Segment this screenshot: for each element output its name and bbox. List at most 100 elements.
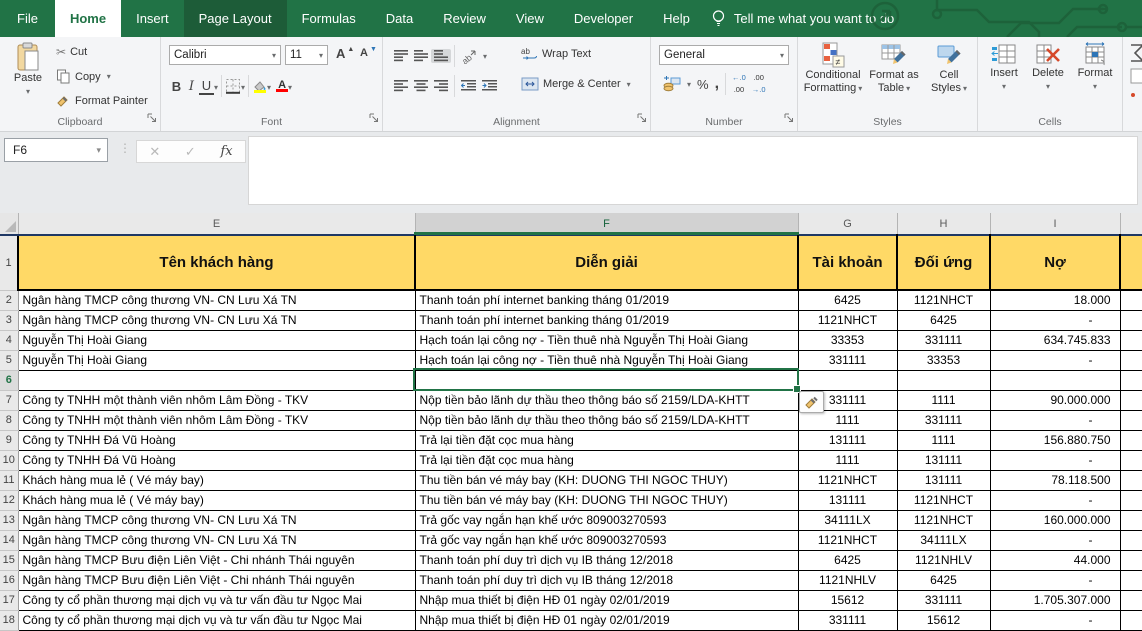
- row-header-6[interactable]: 6: [0, 370, 18, 390]
- cell-E17[interactable]: Công ty cổ phần thương mại dịch vụ và tư…: [18, 590, 415, 610]
- cell-H3[interactable]: 6425: [897, 310, 990, 330]
- cell-I15[interactable]: 44.000: [990, 550, 1120, 570]
- select-all-button[interactable]: [0, 213, 18, 235]
- selected-cell-F6[interactable]: [413, 368, 799, 391]
- cell-G11[interactable]: 1121NHCT: [798, 470, 897, 490]
- cell-H17[interactable]: 331111: [897, 590, 990, 610]
- format-as-table-button[interactable]: Format as Table: [866, 42, 922, 95]
- tab-home[interactable]: Home: [55, 0, 121, 37]
- cell-E5[interactable]: Nguyễn Thị Hoài Giang: [18, 350, 415, 370]
- cell-J10-partial[interactable]: [1120, 450, 1142, 470]
- cell-E14[interactable]: Ngân hàng TMCP công thương VN- CN Lưu Xá…: [18, 530, 415, 550]
- column-header-H[interactable]: H: [897, 213, 990, 235]
- cell-I16[interactable]: -: [990, 570, 1120, 590]
- bottom-align-button[interactable]: [431, 49, 451, 63]
- cell-H2[interactable]: 1121NHCT: [897, 290, 990, 310]
- cell-F4[interactable]: Hạch toán lại công nợ - Tiền thuê nhà Ng…: [415, 330, 798, 350]
- number-format-combo[interactable]: General▾: [659, 45, 789, 65]
- row-header-1[interactable]: 1: [0, 235, 18, 290]
- cell-F15[interactable]: Thanh toán phí duy trì dịch vụ IB tháng …: [415, 550, 798, 570]
- name-box[interactable]: F6 ▾: [4, 138, 108, 162]
- cell-J16-partial[interactable]: [1120, 570, 1142, 590]
- cell-I5[interactable]: -: [990, 350, 1120, 370]
- row-header-13[interactable]: 13: [0, 510, 18, 530]
- cell-G5[interactable]: 331111: [798, 350, 897, 370]
- cell-H4[interactable]: 331111: [897, 330, 990, 350]
- cell-E6[interactable]: [18, 370, 415, 390]
- cell-J1-partial[interactable]: [1120, 235, 1142, 290]
- cell-G8[interactable]: 1111: [798, 410, 897, 430]
- column-header-J-partial[interactable]: [1120, 213, 1142, 235]
- cell-E7[interactable]: Công ty TNHH một thành viên nhôm Lâm Đồn…: [18, 390, 415, 410]
- cell-E15[interactable]: Ngân hàng TMCP Bưu điện Liên Việt - Chi …: [18, 550, 415, 570]
- cell-H18[interactable]: 15612: [897, 610, 990, 630]
- cell-G9[interactable]: 131111: [798, 430, 897, 450]
- cell-I3[interactable]: -: [990, 310, 1120, 330]
- merge-center-button[interactable]: Merge & Center: [518, 76, 634, 92]
- font-size-combo[interactable]: 11▾: [285, 45, 328, 65]
- cell-F12[interactable]: Thu tiền bán vé máy bay (KH: DUONG THI N…: [415, 490, 798, 510]
- tab-formulas[interactable]: Formulas: [287, 0, 371, 37]
- format-cells-button[interactable]: Format: [1072, 42, 1118, 93]
- cell-E2[interactable]: Ngân hàng TMCP công thương VN- CN Lưu Xá…: [18, 290, 415, 310]
- wrap-text-button[interactable]: ab Wrap Text: [518, 46, 594, 62]
- cell-G14[interactable]: 1121NHCT: [798, 530, 897, 550]
- paste-dropdown-arrow[interactable]: [26, 85, 30, 98]
- paste-button[interactable]: Paste: [7, 42, 49, 98]
- cell-F10[interactable]: Trả lại tiền đặt cọc mua hàng: [415, 450, 798, 470]
- fill-color-button[interactable]: [252, 77, 271, 95]
- cell-J6-partial[interactable]: [1120, 370, 1142, 390]
- cell-F17[interactable]: Nhập mua thiết bị điện HĐ 01 ngày 02/01/…: [415, 590, 798, 610]
- cell-E16[interactable]: Ngân hàng TMCP Bưu điện Liên Việt - Chi …: [18, 570, 415, 590]
- cell-J8-partial[interactable]: [1120, 410, 1142, 430]
- cell-F2[interactable]: Thanh toán phí internet banking tháng 01…: [415, 290, 798, 310]
- cell-I4[interactable]: 634.745.833: [990, 330, 1120, 350]
- cell-E3[interactable]: Ngân hàng TMCP công thương VN- CN Lưu Xá…: [18, 310, 415, 330]
- tab-data[interactable]: Data: [371, 0, 428, 37]
- cell-E18[interactable]: Công ty cổ phần thương mại dịch vụ và tư…: [18, 610, 415, 630]
- underline-dropdown-arrow[interactable]: [214, 77, 218, 95]
- cell-F11[interactable]: Thu tiền bán vé máy bay (KH: DUONG THI N…: [415, 470, 798, 490]
- row-header-17[interactable]: 17: [0, 590, 18, 610]
- cell-J11-partial[interactable]: [1120, 470, 1142, 490]
- cell-G18[interactable]: 331111: [798, 610, 897, 630]
- cell-H16[interactable]: 6425: [897, 570, 990, 590]
- cell-G6[interactable]: [798, 370, 897, 390]
- cell-G2[interactable]: 6425: [798, 290, 897, 310]
- cell-E4[interactable]: Nguyễn Thị Hoài Giang: [18, 330, 415, 350]
- cell-J7-partial[interactable]: [1120, 390, 1142, 410]
- row-header-9[interactable]: 9: [0, 430, 18, 450]
- orientation-button[interactable]: ab: [458, 48, 490, 65]
- underline-button[interactable]: U: [199, 78, 214, 95]
- cell-G17[interactable]: 15612: [798, 590, 897, 610]
- number-dialog-launcher[interactable]: [784, 110, 794, 128]
- cell-I1[interactable]: Nợ: [990, 235, 1120, 290]
- format-painter-button[interactable]: Format Painter: [53, 92, 151, 109]
- cell-J9-partial[interactable]: [1120, 430, 1142, 450]
- tab-insert[interactable]: Insert: [121, 0, 184, 37]
- cell-J5-partial[interactable]: [1120, 350, 1142, 370]
- cell-H10[interactable]: 131111: [897, 450, 990, 470]
- cell-I7[interactable]: 90.000.000: [990, 390, 1120, 410]
- borders-button[interactable]: [225, 77, 245, 95]
- cell-G10[interactable]: 1111: [798, 450, 897, 470]
- cell-J2-partial[interactable]: [1120, 290, 1142, 310]
- cell-I13[interactable]: 160.000.000: [990, 510, 1120, 530]
- align-center-button[interactable]: [411, 79, 431, 93]
- cell-G1[interactable]: Tài khoản: [798, 235, 897, 290]
- cell-J3-partial[interactable]: [1120, 310, 1142, 330]
- cell-E9[interactable]: Công ty TNHH Đá Vũ Hoàng: [18, 430, 415, 450]
- top-align-button[interactable]: [391, 49, 411, 63]
- tab-help[interactable]: Help: [648, 0, 705, 37]
- cell-G13[interactable]: 34111LX: [798, 510, 897, 530]
- cancel-icon[interactable]: ✕: [149, 144, 160, 160]
- align-left-button[interactable]: [391, 79, 411, 93]
- cell-I10[interactable]: -: [990, 450, 1120, 470]
- font-name-combo[interactable]: Calibri▾: [169, 45, 281, 65]
- align-right-button[interactable]: [431, 79, 451, 93]
- cell-styles-button[interactable]: Cell Styles: [924, 42, 974, 95]
- cell-I9[interactable]: 156.880.750: [990, 430, 1120, 450]
- copy-button[interactable]: Copy: [53, 68, 114, 85]
- paste-options-button[interactable]: [799, 391, 824, 413]
- cell-E10[interactable]: Công ty TNHH Đá Vũ Hoàng: [18, 450, 415, 470]
